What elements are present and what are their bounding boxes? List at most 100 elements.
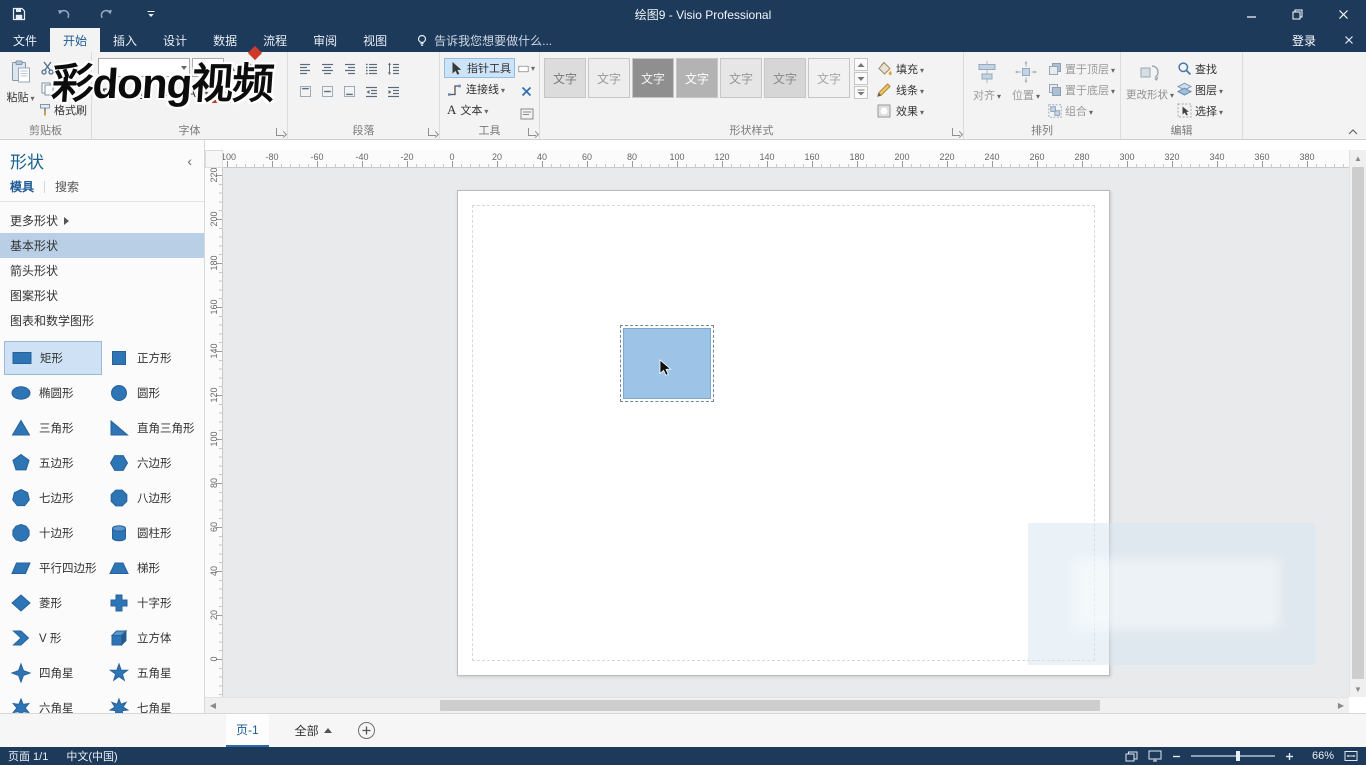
scroll-down-icon[interactable]: ▼ <box>1350 681 1366 697</box>
qat-customize-icon[interactable] <box>142 5 160 23</box>
bring-to-front-button[interactable]: 置于顶层 <box>1048 59 1115 78</box>
line-spacing-button[interactable] <box>384 59 403 78</box>
zoom-level[interactable]: 66% <box>1304 750 1334 762</box>
layers-button[interactable]: 图层 <box>1177 80 1223 99</box>
stencil-item[interactable]: 图案形状 <box>0 283 204 308</box>
group-button[interactable]: 组合 <box>1048 101 1115 120</box>
zoom-slider-thumb[interactable] <box>1236 751 1241 761</box>
shape-item-trapezoid[interactable]: 梯形 <box>102 551 200 585</box>
shape-item-rect[interactable]: 矩形 <box>4 341 102 375</box>
shape-style-tile-3[interactable]: 文字 <box>632 58 674 98</box>
shape-styles-dialog-launcher[interactable] <box>952 128 960 136</box>
collapse-panel-icon[interactable]: ‹ <box>187 153 192 169</box>
shape-item-right-triangle[interactable]: 直角三角形 <box>102 411 200 445</box>
pointer-tool-button[interactable]: 指针工具 <box>444 58 515 78</box>
shape-item-cube[interactable]: 立方体 <box>102 621 200 655</box>
bullet-list-button[interactable] <box>362 59 381 78</box>
shape-item-pentagon[interactable]: 五边形 <box>4 446 102 480</box>
shape-style-tile-1[interactable]: 文字 <box>544 58 586 98</box>
connection-point-tool-button[interactable] <box>517 82 536 100</box>
drawing-page[interactable] <box>457 190 1110 676</box>
save-icon[interactable] <box>10 5 28 23</box>
stencil-item[interactable]: 基本形状 <box>0 233 204 258</box>
undo-icon[interactable] <box>54 5 72 23</box>
align-bottom-button[interactable] <box>340 82 359 101</box>
vertical-scroll-thumb[interactable] <box>1352 167 1364 679</box>
shape-style-tile-5[interactable]: 文字 <box>720 58 762 98</box>
gallery-down-icon[interactable] <box>854 72 868 85</box>
zoom-in-icon[interactable] <box>1285 752 1294 761</box>
text-tool-button[interactable]: A 文本 <box>444 100 515 120</box>
zoom-out-icon[interactable] <box>1172 752 1181 761</box>
align-left-button[interactable] <box>296 59 315 78</box>
send-to-back-button[interactable]: 置于底层 <box>1048 80 1115 99</box>
scroll-right-icon[interactable]: ▶ <box>1333 698 1349 713</box>
page-tab[interactable]: 页-1 <box>226 714 269 747</box>
fullscreen-icon[interactable] <box>1148 750 1162 762</box>
find-button[interactable]: 查找 <box>1177 59 1223 78</box>
change-shape-button[interactable]: 更改形状 <box>1125 55 1175 123</box>
drawing-canvas[interactable] <box>223 168 1349 697</box>
restore-button[interactable] <box>1274 0 1320 28</box>
shape-item-star7[interactable]: 七角星 <box>102 691 200 713</box>
shape-item-star4[interactable]: 四角星 <box>4 656 102 690</box>
gallery-up-icon[interactable] <box>854 58 868 71</box>
ribbon-close-icon[interactable] <box>1332 28 1366 52</box>
stencil-item[interactable]: 箭头形状 <box>0 258 204 283</box>
minimize-button[interactable] <box>1228 0 1274 28</box>
decrease-indent-button[interactable] <box>362 82 381 101</box>
shape-item-chevron[interactable]: V 形 <box>4 621 102 655</box>
tab-insert[interactable]: 插入 <box>100 28 150 52</box>
increase-indent-button[interactable] <box>384 82 403 101</box>
new-page-button[interactable] <box>357 722 375 739</box>
shape-item-ellipse[interactable]: 椭圆形 <box>4 376 102 410</box>
shape-style-tile-2[interactable]: 文字 <box>588 58 630 98</box>
vertical-scrollbar[interactable]: ▲ ▼ <box>1349 150 1366 697</box>
fill-button[interactable]: 填充 <box>876 59 924 78</box>
align-button[interactable]: 对齐 <box>968 55 1006 123</box>
shape-style-tile-7[interactable]: 文字 <box>808 58 850 98</box>
gallery-more-icon[interactable] <box>854 86 868 99</box>
close-button[interactable] <box>1320 0 1366 28</box>
zoom-slider[interactable] <box>1191 751 1275 761</box>
align-right-button[interactable] <box>340 59 359 78</box>
tab-data[interactable]: 数据 <box>200 28 250 52</box>
paragraph-dialog-launcher[interactable] <box>428 128 436 136</box>
font-dialog-launcher[interactable] <box>276 128 284 136</box>
language-indicator[interactable]: 中文(中国) <box>66 748 117 764</box>
shape-style-tile-4[interactable]: 文字 <box>676 58 718 98</box>
shape-item-heptagon[interactable]: 七边形 <box>4 481 102 515</box>
stencils-tab[interactable]: 模具 <box>10 178 34 195</box>
stencil-item[interactable]: 图表和数学图形 <box>0 308 204 333</box>
scroll-up-icon[interactable]: ▲ <box>1350 150 1366 166</box>
horizontal-scroll-thumb[interactable] <box>440 700 1100 711</box>
select-button[interactable]: 选择 <box>1177 101 1223 120</box>
shape-item-cross[interactable]: 十字形 <box>102 586 200 620</box>
shape-item-hexagon[interactable]: 六边形 <box>102 446 200 480</box>
horizontal-scrollbar[interactable]: ◀ ▶ <box>205 697 1349 713</box>
shape-item-diamond[interactable]: 菱形 <box>4 586 102 620</box>
align-center-button[interactable] <box>318 59 337 78</box>
shape-item-decagon[interactable]: 十边形 <box>4 516 102 550</box>
tellme-box[interactable]: 告诉我您想要做什么... <box>404 28 564 52</box>
scroll-left-icon[interactable]: ◀ <box>205 698 221 713</box>
redo-icon[interactable] <box>98 5 116 23</box>
align-middle-button[interactable] <box>318 82 337 101</box>
shape-item-triangle[interactable]: 三角形 <box>4 411 102 445</box>
collapse-ribbon-icon[interactable] <box>1348 129 1358 135</box>
effects-button[interactable]: 效果 <box>876 101 924 120</box>
shape-item-star5[interactable]: 五角星 <box>102 656 200 690</box>
window-switch-icon[interactable] <box>1125 751 1138 762</box>
shape-item-square[interactable]: 正方形 <box>102 341 200 375</box>
shape-item-parallelogram[interactable]: 平行四边形 <box>4 551 102 585</box>
shape-item-circle[interactable]: 圆形 <box>102 376 200 410</box>
tools-dialog-launcher[interactable] <box>528 128 536 136</box>
shape-item-star6[interactable]: 六角星 <box>4 691 102 713</box>
position-button[interactable]: 位置 <box>1007 55 1045 123</box>
fit-page-icon[interactable] <box>1344 750 1358 762</box>
connector-tool-button[interactable]: 连接线 <box>444 79 515 99</box>
tab-home[interactable]: 开始 <box>50 28 101 52</box>
draw-shape-tool-button[interactable] <box>517 60 536 78</box>
show-all-pages-button[interactable]: 全部 <box>295 722 332 739</box>
shape-item-octagon[interactable]: 八边形 <box>102 481 200 515</box>
